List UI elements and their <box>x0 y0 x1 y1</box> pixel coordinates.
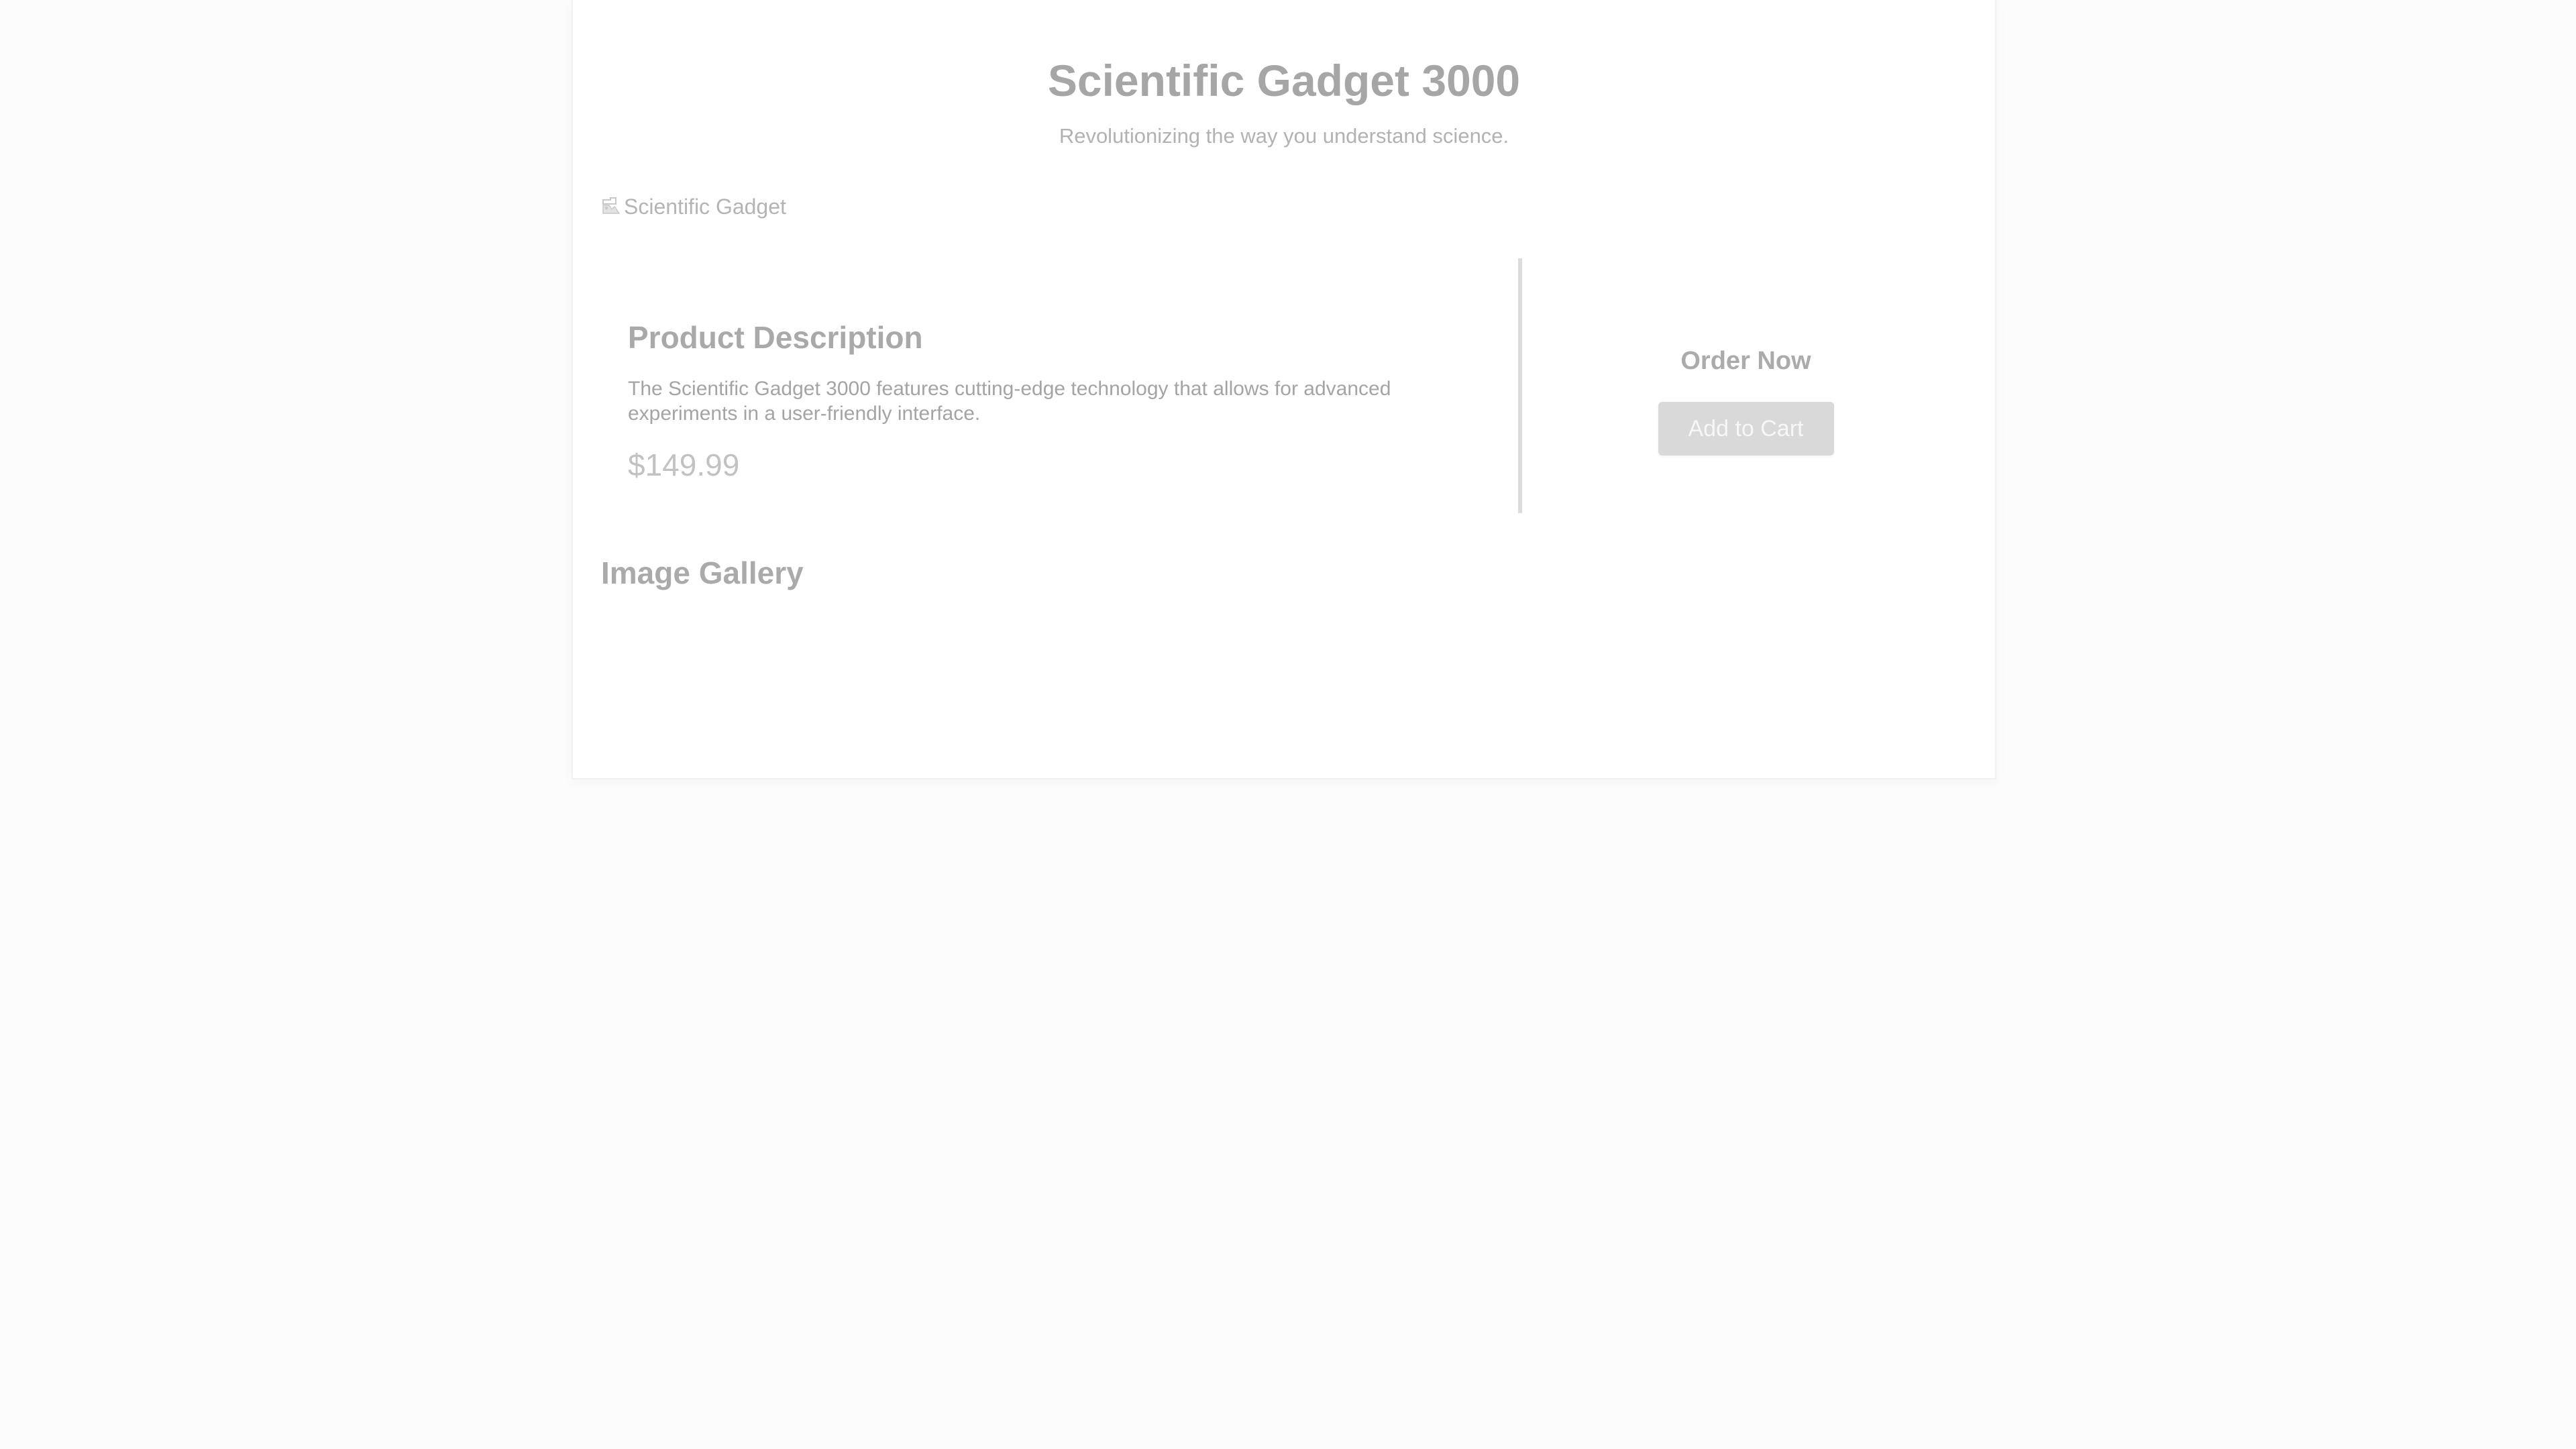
page-header: Scientific Gadget 3000 Revolutionizing t… <box>573 0 1995 149</box>
add-to-cart-button[interactable]: Add to Cart <box>1658 402 1834 455</box>
image-gallery-section: Image Gallery <box>601 554 804 592</box>
product-price: $149.99 <box>628 447 740 482</box>
product-description-section: Product Description The Scientific Gadge… <box>601 258 1522 513</box>
product-description-heading: Product Description <box>628 320 923 355</box>
image-gallery-heading: Image Gallery <box>601 555 804 590</box>
product-description-text: The Scientific Gadget 3000 features cutt… <box>628 378 1391 425</box>
product-content-row: Product Description The Scientific Gadge… <box>601 258 1970 513</box>
product-image-alt-text: Scientific Gadget <box>624 195 786 219</box>
order-section: Order Now Add to Cart <box>1522 258 1970 513</box>
broken-image-icon <box>601 196 621 219</box>
page-title: Scientific Gadget 3000 <box>1047 56 1521 105</box>
order-heading: Order Now <box>1680 347 1811 375</box>
page-tagline: Revolutionizing the way you understand s… <box>1059 124 1509 148</box>
product-page-card: Scientific Gadget 3000 Revolutionizing t… <box>572 0 1996 780</box>
product-image: Scientific Gadget <box>601 195 786 219</box>
